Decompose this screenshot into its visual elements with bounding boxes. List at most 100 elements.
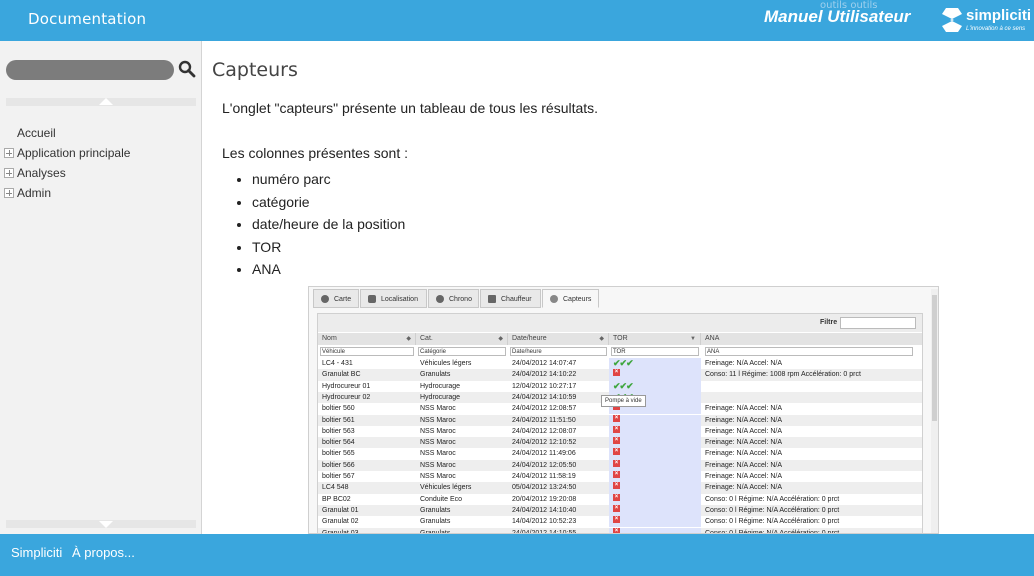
cell-nom: boltier 567	[322, 473, 355, 480]
cell-nom: Hydrocureur 01	[322, 382, 371, 390]
cell-cat: Conduite Eco	[420, 495, 463, 503]
cell-cat: NSS Maroc	[420, 427, 456, 435]
tor-cell-bg	[609, 504, 701, 517]
cell-ana: Conso: 0 l Régime: N/A Accélération: 0 p…	[705, 506, 840, 514]
table-row: BP BC02Conduite Eco20/04/2012 19:20:08××…	[318, 493, 922, 505]
cell-ana: Freinage: N/A Accel: N/A	[705, 427, 783, 435]
cell-nom: boltier 560	[322, 405, 355, 413]
sidebar-nav: Accueil Application principale Analyses …	[4, 123, 130, 203]
filter-field: TOR	[611, 347, 699, 356]
sensor-icon	[550, 295, 558, 303]
cell-date: 24/04/2012 14:10:22	[512, 371, 577, 379]
cross-icon: ×	[613, 459, 620, 467]
expand-icon[interactable]	[4, 168, 14, 178]
tab-capteurs: Capteurs	[542, 289, 599, 308]
cell-nom: boltier 564	[322, 439, 355, 447]
chevron-down-icon	[99, 521, 113, 528]
documentation-title[interactable]: Documentation	[28, 10, 146, 28]
cell-ana: Freinage: N/A Accel: N/A	[705, 360, 783, 367]
capteurs-screenshot: Carte Localisation Chrono Chauffeur Capt…	[308, 286, 939, 534]
sidebar-item-application-principale[interactable]: Application principale	[4, 143, 130, 163]
simpliciti-logo-icon	[942, 8, 962, 32]
expand-icon[interactable]	[4, 148, 14, 158]
table-row: LC4 - 431 Véhicules légers 24/04/2012 14:0…	[318, 358, 922, 370]
table-row: boltier 566 NSS Maroc 24/04/2012 12:05:50 ×…	[318, 459, 922, 471]
tab-label: Chauffeur	[501, 296, 532, 303]
cell-ana: Freinage: N/A Accel: N/A	[705, 439, 783, 447]
cell-ana: Conso: 11 l Régime: 1008 rpm Accélératio…	[705, 371, 861, 379]
chevron-up-icon	[99, 98, 113, 105]
cell-nom: boltier 563	[322, 427, 355, 435]
id-card-icon	[488, 295, 496, 303]
cell-date: 24/04/2012 14:10:40	[512, 506, 577, 514]
list-item: ANA	[252, 258, 405, 281]
cell-nom: Granulat 01	[322, 506, 359, 514]
sort-icon: ◆	[498, 336, 503, 342]
search-input[interactable]	[6, 60, 174, 80]
column-header-label: TOR	[613, 335, 628, 342]
tor-cell-bg	[609, 369, 701, 381]
list-item: date/heure de la position	[252, 213, 405, 236]
cell-nom: LC4 - 431	[322, 360, 353, 367]
cell-ana: Freinage: N/A Accel: N/A	[705, 473, 783, 480]
cell-nom: Granulat 02	[322, 518, 359, 526]
column-filters: Véhicule Catégorie Date/heure TOR ANA	[318, 346, 922, 358]
cross-icon: ×	[613, 482, 620, 490]
cell-cat: NSS Maroc	[420, 450, 456, 458]
tab-chauffeur: Chauffeur	[480, 289, 541, 308]
list-item: TOR	[252, 236, 405, 259]
tab-localisation: Localisation	[360, 289, 427, 308]
cell-date: 24/04/2012 14:10:59	[512, 393, 577, 401]
cell-cat: Granulats	[420, 518, 451, 526]
table-row: Hydrocureur 01 Hydrocurage 12/04/2012 10:2…	[318, 380, 922, 392]
sidebar-item-admin[interactable]: Admin	[4, 183, 130, 203]
sort-icon: ◆	[406, 336, 411, 342]
tor-cell-bg	[609, 471, 701, 483]
globe-icon	[321, 295, 329, 303]
cell-nom: Granulat BC	[322, 371, 361, 379]
column-header-label: ANA	[705, 335, 720, 342]
logo-tagline: L'innovation à ce sens	[966, 26, 1026, 32]
cell-cat: NSS Maroc	[420, 405, 456, 413]
cell-date: 12/04/2012 10:27:17	[512, 382, 577, 390]
manual-title: Manuel Utilisateur	[764, 7, 911, 26]
intro-paragraph: L'onglet "capteurs" présente un tableau …	[222, 100, 599, 116]
tab-carte: Carte	[313, 289, 359, 308]
column-header-tor: TOR ▼	[609, 333, 701, 345]
check-icon: ✔✔✔	[613, 380, 634, 391]
sidebar-scroll-up[interactable]	[6, 98, 196, 106]
sidebar-item-label: Analyses	[17, 166, 66, 180]
cell-cat: Véhicules légers	[420, 360, 472, 367]
cell-cat: Hydrocurage	[420, 382, 461, 390]
expand-icon[interactable]	[4, 188, 14, 198]
cross-icon: ×	[613, 437, 620, 445]
sort-icon: ▼	[690, 336, 696, 342]
footer-link-a-propos[interactable]: À propos...	[72, 545, 135, 560]
sidebar-scroll-down[interactable]	[6, 520, 196, 528]
logo-name: simpliciti	[966, 7, 1032, 24]
filter-label: Filtre	[820, 319, 838, 326]
grid-header: Nom ◆ Cat. ◆ Date/heure ◆ TOR ▼ ANA	[318, 333, 922, 345]
cell-cat: Hydrocurage	[420, 393, 461, 401]
columns-intro: Les colonnes présentes sont :	[222, 145, 409, 161]
sidebar-item-accueil[interactable]: Accueil	[4, 123, 130, 143]
cross-icon: ×	[613, 369, 620, 377]
tab-label: Capteurs	[563, 296, 592, 303]
main-content: Capteurs L'onglet "capteurs" présente un…	[202, 41, 1034, 534]
cell-date: 24/04/2012 11:49:06	[512, 450, 576, 458]
filter-field: ANA	[705, 347, 913, 356]
column-header-label: Cat.	[420, 335, 433, 342]
cell-cat: Granulats	[420, 371, 451, 379]
cell-ana: Freinage: N/A Accel: N/A	[705, 450, 783, 458]
cell-date: 24/04/2012 12:08:57	[512, 405, 577, 413]
simpliciti-logo[interactable]: simpliciti L'innovation à ce sens	[940, 5, 1032, 37]
search-icon[interactable]	[178, 60, 196, 78]
cell-date: 20/04/2012 19:20:08	[512, 495, 577, 503]
tor-cell-bg	[609, 516, 701, 528]
sidebar-item-analyses[interactable]: Analyses	[4, 163, 130, 183]
cell-date: 24/04/2012 12:05:50	[512, 461, 577, 469]
sidebar: Accueil Application principale Analyses …	[0, 41, 202, 534]
cell-date: 14/04/2012 10:52:23	[512, 518, 577, 526]
footer-link-simpliciti[interactable]: Simpliciti	[11, 545, 62, 560]
column-header-cat: Cat. ◆	[416, 333, 508, 345]
